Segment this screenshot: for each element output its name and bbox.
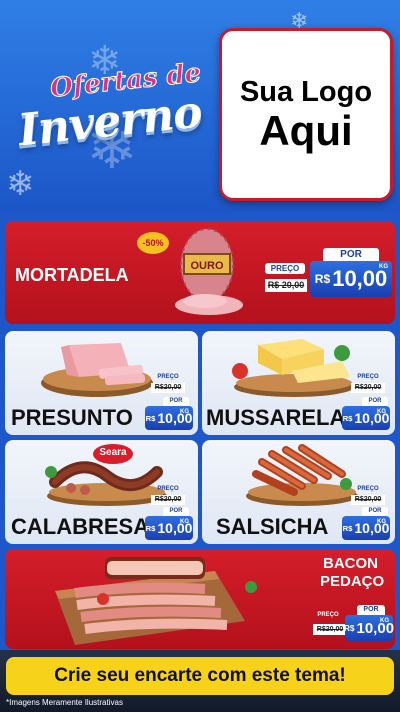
footnote: *Imagens Meramente Ilustrativas [6, 698, 123, 707]
product-card-calabresa[interactable]: Seara CALABRESA PREÇO R$20,00 POR R$ 10,… [5, 440, 198, 544]
product-card-salsicha[interactable]: SALSICHA PREÇO R$20,00 POR R$ 10,00 KG [202, 440, 395, 544]
mortadela-image: OURO [175, 228, 243, 315]
old-price: R$20,00 [151, 383, 185, 393]
old-price: R$ 20,00 [265, 279, 307, 292]
por-label: POR [362, 507, 388, 516]
new-price: R$ 10,00 KG [342, 406, 390, 430]
product-card-presunto[interactable]: PRESUNTO PREÇO R$20,00 POR R$ 10,00 KG [5, 331, 198, 435]
new-price: R$ 10,00 KG [145, 516, 193, 540]
bacon-image [55, 557, 257, 645]
product-name: MUSSARELA [206, 405, 346, 430]
unit: KG [377, 519, 386, 525]
mussarela-image [232, 339, 354, 397]
old-price: R$20,00 [151, 495, 185, 505]
unit: KG [380, 618, 389, 624]
new-price: R$ 10,00 KG [343, 615, 394, 641]
por-label: POR [163, 507, 189, 516]
product-card-bacon[interactable]: BACON PEDAÇO PREÇO R$20,00 POR R$ 10,00 … [5, 549, 395, 649]
por-label: POR [357, 605, 385, 615]
unit: KG [180, 409, 189, 415]
old-price: R$20,00 [351, 383, 385, 393]
unit: KG [377, 409, 386, 415]
unit: KG [180, 519, 189, 525]
product-card-mussarela[interactable]: MUSSARELA PREÇO R$20,00 POR R$ 10,00 KG [202, 331, 395, 435]
product-card-mortadela[interactable]: MORTADELA OURO PREÇO R$ 20,00 POR R$ 10,… [5, 221, 395, 324]
por-label: POR [163, 397, 189, 406]
mortadela-brand-label: OURO [191, 260, 224, 272]
preco-label: PREÇO [357, 486, 379, 492]
old-price: R$20,00 [351, 495, 385, 505]
currency: R$ [314, 272, 331, 286]
salsicha-image [246, 444, 358, 506]
currency: R$ [342, 523, 353, 533]
product-name-line2: PEDAÇO [320, 573, 385, 590]
new-price: R$ 10,00 KG [145, 406, 193, 430]
new-price: R$ 10,00 KG [310, 261, 392, 297]
ofertas-de-inverno-logo: Ofertas de Inverno [14, 56, 204, 176]
currency: R$ [145, 523, 156, 533]
preco-label: PREÇO [317, 612, 339, 618]
preco-label: PREÇO [357, 374, 379, 380]
product-name: CALABRESA [11, 514, 150, 539]
currency: R$ [342, 413, 353, 423]
discount-badge: -50% [137, 232, 169, 254]
presunto-image [41, 343, 153, 397]
logo-placeholder-line2: Aqui [259, 106, 353, 154]
currency: R$ [145, 413, 156, 423]
seara-brand-logo: Seara [99, 447, 127, 458]
product-name: SALSICHA [216, 514, 329, 539]
product-name: PRESUNTO [11, 405, 133, 430]
product-name: MORTADELA [15, 265, 129, 285]
product-name-line1: BACON [323, 555, 378, 572]
preco-label: PREÇO [157, 374, 179, 380]
preco-label: PREÇO [157, 486, 179, 492]
logo-placeholder-line1: Sua Logo [239, 75, 373, 108]
cta-banner[interactable]: Crie seu encarte com este tema! [6, 657, 394, 695]
header-banner: ❄ ❄ ❄ ❄ Ofertas de Inverno Sua Logo Aqui [0, 0, 400, 212]
currency: R$ [343, 623, 355, 633]
new-price: R$ 10,00 KG [342, 516, 390, 540]
por-label: POR [362, 397, 388, 406]
old-price: R$20,00 [313, 624, 347, 635]
unit: KG [379, 264, 388, 270]
wordmark-inverno: Inverno [15, 86, 204, 157]
preco-label: PREÇO [265, 263, 305, 274]
por-label: POR [323, 248, 379, 261]
store-logo-placeholder[interactable]: Sua Logo Aqui [219, 28, 393, 201]
